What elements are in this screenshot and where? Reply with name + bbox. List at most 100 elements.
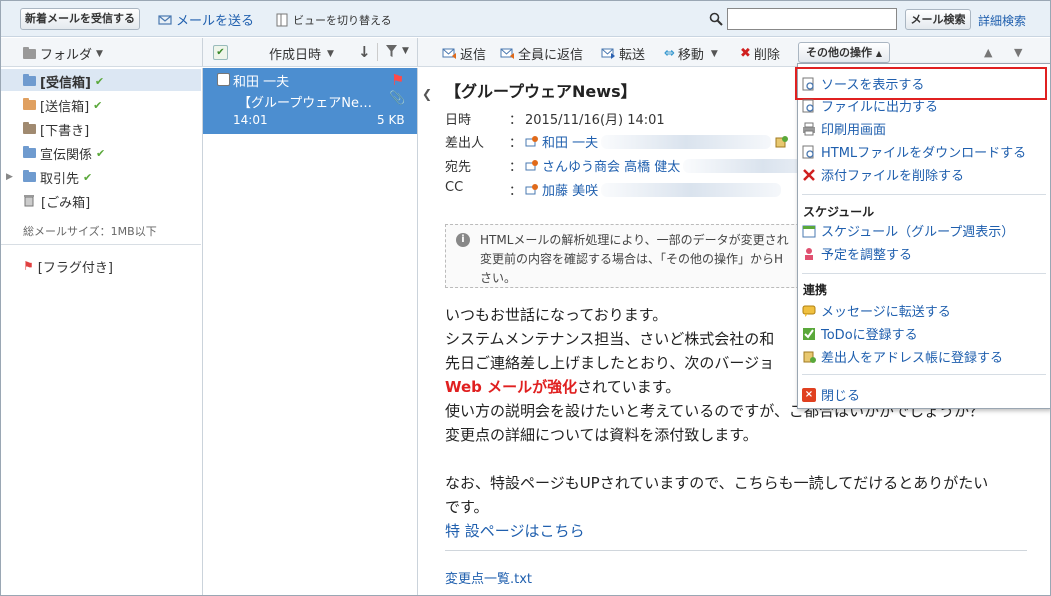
total-mail-size: 総メールサイズ：1MB以下: [23, 225, 157, 238]
menu-item-label: ToDoに登録する: [821, 328, 918, 343]
mail-search-input[interactable]: [727, 8, 897, 30]
message-checkbox[interactable]: [217, 73, 230, 86]
delete-button[interactable]: ✖ 削除: [740, 44, 780, 63]
select-all-checkbox[interactable]: ✔: [213, 45, 228, 60]
message-icon: [802, 304, 816, 318]
divider: [1, 244, 201, 245]
menu-item[interactable]: ToDoに登録する: [802, 323, 918, 344]
schedule-section-heading: スケジュール: [803, 205, 875, 219]
to-name-link[interactable]: さんゆう商会 高橋 健太: [542, 156, 680, 175]
reply-icon: [442, 48, 456, 59]
send-mail-label: メールを送る: [176, 14, 255, 29]
sort-label: 作成日時: [269, 48, 322, 63]
menu-item[interactable]: ファイルに出力する: [802, 95, 938, 116]
send-mail-link[interactable]: メールを送る: [158, 10, 254, 29]
forward-button[interactable]: 転送: [601, 44, 645, 63]
reply-label: 返信: [460, 48, 487, 63]
menu-item[interactable]: ソースを表示する: [802, 73, 924, 94]
redacted-address: [601, 134, 772, 149]
flagged-folder[interactable]: ⚑ [フラグ付き]: [23, 256, 113, 276]
attachment-clip-icon: 📎: [389, 91, 406, 106]
folder-label: 宣伝関係: [40, 147, 93, 163]
folder-item[interactable]: [ごみ箱]: [23, 191, 90, 211]
export-icon: [802, 99, 816, 113]
date-value: ： 2015/11/16(月) 14:01: [509, 109, 665, 128]
folder-icon: [23, 146, 36, 158]
menu-item[interactable]: 差出人をアドレス帳に登録する: [802, 346, 1003, 367]
collapse-pane-icon[interactable]: ❮: [422, 87, 432, 101]
message-size: 5 KB: [377, 113, 405, 127]
calendar-icon: [802, 224, 816, 238]
colon: ：: [509, 113, 523, 128]
menu-item-label: ファイルに出力する: [821, 100, 939, 115]
sort-direction-icon[interactable]: ↓: [358, 43, 371, 61]
chevron-down-icon: ▼: [710, 48, 718, 59]
info-icon: i: [456, 233, 470, 247]
mail-subject: 【グループウェアNews】: [445, 82, 637, 101]
reply-all-label: 全員に返信: [518, 48, 584, 63]
folder-item[interactable]: [下書き]: [23, 119, 89, 139]
folder-label: [下書き]: [40, 123, 90, 139]
cc-label: CC: [445, 180, 464, 195]
folder-pane: [受信箱] ✔ [送信箱] ✔ [下書き] 宣伝関係 ✔ ▶ 取引先 ✔ [ごみ箱] 総メールサイズ…: [1, 68, 202, 595]
body-line: 変更点の詳細については資料を添付致します。: [445, 426, 758, 444]
chevron-down-icon: ▼: [96, 48, 103, 59]
menu-item-label: ソースを表示する: [821, 78, 925, 93]
message-list-item[interactable]: 和田 一夫 ⚑ 【グループウェアNe… 📎 14:01 5 KB: [203, 68, 417, 134]
move-button[interactable]: ⇔ 移動 ▼: [664, 44, 718, 63]
list-pane-header: ✔ 作成日時 ▼ ↓ ▼: [202, 38, 417, 67]
message-list-pane: 和田 一夫 ⚑ 【グループウェアNe… 📎 14:01 5 KB: [202, 68, 417, 595]
folder-label: [受信箱]: [40, 75, 91, 91]
other-operations-button[interactable]: その他の操作 ▲: [798, 42, 890, 63]
body-line: システムメンテナンス担当、さいど株式会社の和: [445, 330, 775, 348]
close-icon: ×: [802, 387, 816, 402]
close-menu-item[interactable]: × 閉じる: [802, 384, 860, 405]
menu-item-label: 予定を調整する: [821, 248, 913, 263]
folder-item[interactable]: [受信箱] ✔: [23, 71, 104, 91]
to-value: ： さんゆう商会 高橋 健太: [509, 156, 844, 175]
folder-item[interactable]: ▶ 取引先 ✔: [6, 167, 92, 187]
message-time: 14:01: [233, 113, 268, 127]
menu-item[interactable]: スケジュール（グループ週表示）: [802, 220, 1014, 241]
flag-icon[interactable]: ⚑: [391, 71, 404, 89]
delete-x-icon: ✖: [740, 46, 751, 61]
menu-item-label: スケジュール（グループ週表示）: [821, 225, 1015, 240]
from-name-link[interactable]: 和田 一夫: [542, 132, 598, 151]
special-page-link[interactable]: 特 設ページはこちら: [445, 520, 584, 541]
body-line: です。: [445, 498, 489, 516]
expand-arrow-icon[interactable]: ▶: [6, 172, 13, 182]
receive-new-mail-button[interactable]: 新着メールを受信する: [20, 8, 140, 30]
date-label: 日時: [445, 113, 472, 128]
mail-search-button[interactable]: メール検索: [905, 9, 971, 30]
address-book-add-icon[interactable]: [774, 135, 789, 149]
reply-all-icon: [500, 48, 514, 59]
menu-item[interactable]: 添付ファイルを削除する: [802, 164, 964, 185]
folder-menu-toggle[interactable]: フォルダ ▼: [23, 44, 103, 63]
view-source-icon: [802, 77, 816, 91]
previous-mail-icon[interactable]: ▲: [984, 46, 992, 59]
switch-view-link[interactable]: ビューを切り替える: [275, 12, 392, 28]
advanced-search-link[interactable]: 詳細検索: [978, 12, 1026, 29]
user-icon: [525, 159, 539, 173]
check-icon: ✔: [93, 98, 103, 112]
attachment-link[interactable]: 変更点一覧.txt: [445, 568, 532, 587]
date-text: 2015/11/16(月) 14:01: [525, 113, 665, 128]
folder-item[interactable]: 宣伝関係 ✔: [23, 143, 105, 163]
cc-name-link[interactable]: 加藤 美咲: [542, 180, 598, 199]
next-mail-icon[interactable]: ▼: [1014, 46, 1022, 59]
chevron-down-icon: ▼: [402, 46, 409, 56]
menu-item[interactable]: 予定を調整する: [802, 243, 912, 264]
menu-item[interactable]: メッセージに転送する: [802, 300, 951, 321]
folder-icon: [23, 170, 36, 182]
menu-item[interactable]: 印刷用画面: [802, 118, 886, 139]
reply-all-button[interactable]: 全員に返信: [500, 44, 583, 63]
folder-item[interactable]: [送信箱] ✔: [23, 95, 102, 115]
redacted-address: [601, 182, 782, 197]
reply-button[interactable]: 返信: [442, 44, 486, 63]
chevron-up-icon: ▲: [875, 49, 882, 58]
sort-by-date-dropdown[interactable]: 作成日時 ▼: [269, 44, 334, 63]
switch-view-label: ビューを切り替える: [293, 14, 392, 27]
printer-icon: [802, 122, 816, 136]
filter-dropdown[interactable]: ▼: [385, 44, 409, 58]
menu-item[interactable]: HTMLファイルをダウンロードする: [802, 141, 1026, 162]
